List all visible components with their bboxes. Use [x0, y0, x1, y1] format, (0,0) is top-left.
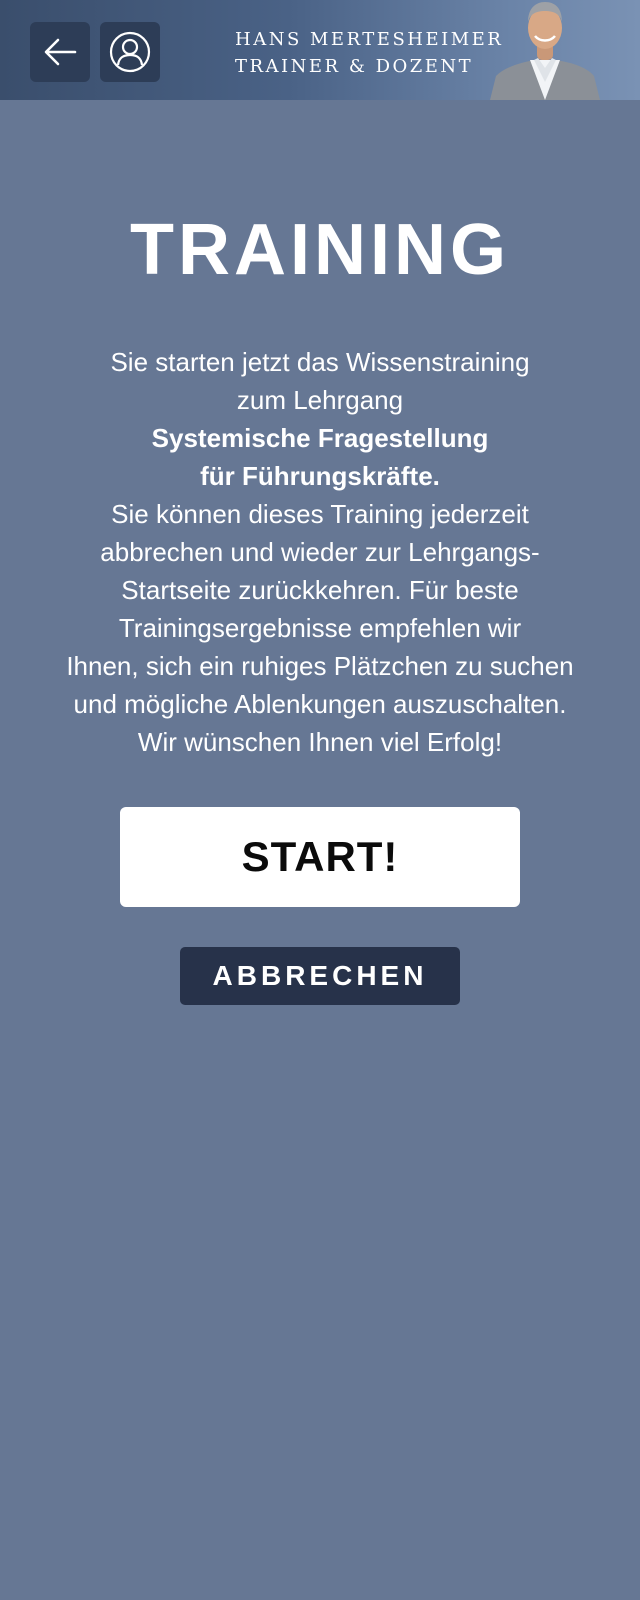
body-line: Sie können dieses Training jederzeit	[111, 499, 529, 529]
intro-line: Sie starten jetzt das Wissenstraining	[110, 347, 530, 377]
profile-button[interactable]	[100, 22, 160, 82]
body-line: Ihnen, sich ein ruhiges Plätzchen zu suc…	[66, 651, 574, 681]
body-line: und mögliche Ablenkungen auszuschalten.	[73, 689, 567, 719]
arrow-left-icon	[44, 38, 77, 66]
start-button[interactable]: START!	[120, 807, 520, 907]
body-line: Trainingsergebnisse empfehlen wir	[118, 613, 522, 643]
intro-line: zum Lehrgang	[236, 385, 404, 415]
intro-text: Sie starten jetzt das Wissenstraining zu…	[30, 343, 610, 761]
cancel-button[interactable]: ABBRECHEN	[180, 947, 460, 1005]
course-name-line: für Führungskräfte.	[200, 461, 440, 491]
body-line: Startseite zurückkehren. Für beste	[121, 575, 519, 605]
user-profile-icon	[109, 31, 151, 73]
back-button[interactable]	[30, 22, 90, 82]
brand-name: HANS MERTESHEIMER	[235, 29, 504, 50]
course-name-line: Systemische Fragestellung	[151, 423, 489, 453]
body-line: abbrechen und wieder zur Lehrgangs-	[100, 537, 540, 567]
page-title: TRAINING	[130, 210, 510, 290]
app-header: HANS MERTESHEIMER TRAINER & DOZENT	[0, 0, 640, 100]
body-line: Wir wünschen Ihnen viel Erfolg!	[137, 727, 503, 757]
trainer-portrait	[490, 2, 600, 100]
brand-subtitle: TRAINER & DOZENT	[235, 56, 474, 77]
brand-text: HANS MERTESHEIMER TRAINER & DOZENT	[235, 26, 503, 80]
